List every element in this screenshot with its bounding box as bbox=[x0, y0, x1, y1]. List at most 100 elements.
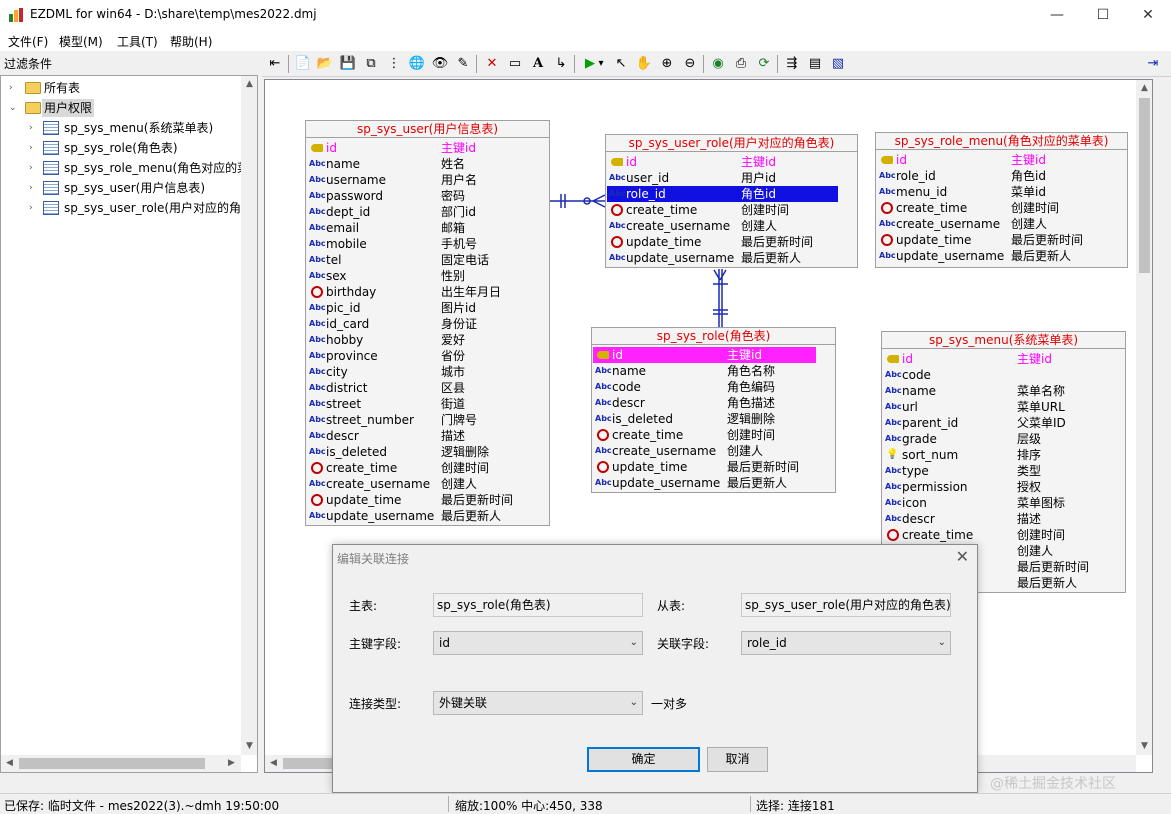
field-row[interactable]: Abc create_username 创建人 bbox=[607, 218, 838, 234]
print-icon[interactable]: ⎙ bbox=[731, 54, 751, 74]
scroll-down-icon[interactable]: ▼ bbox=[1136, 738, 1152, 755]
field-row[interactable]: Abc province 省份 bbox=[307, 348, 530, 364]
field-row[interactable]: id 主键id bbox=[883, 351, 1106, 367]
open-folder-icon[interactable]: 📂 bbox=[315, 54, 335, 74]
field-row[interactable]: Abc descr 描述 bbox=[307, 428, 530, 444]
hand-icon[interactable]: ✋ bbox=[634, 54, 654, 74]
field-row[interactable]: Abc user_id 用户id bbox=[607, 170, 838, 186]
maximize-button[interactable]: ☐ bbox=[1080, 0, 1126, 30]
detail-table-field[interactable]: sp_sys_user_role(用户对应的角色表) bbox=[741, 593, 951, 617]
field-row[interactable]: Abc hobby 爱好 bbox=[307, 332, 530, 348]
panel-toggle-icon[interactable]: ⇥ bbox=[1143, 54, 1163, 74]
field-row[interactable]: update_time 最后更新时间 bbox=[877, 232, 1108, 248]
field-row[interactable]: Abc update_username 最后更新人 bbox=[877, 248, 1108, 264]
entity-sp-sys-user-role[interactable]: sp_sys_user_role(用户对应的角色表) id 主键id Abc user… bbox=[605, 134, 858, 268]
field-row[interactable]: Abc name 角色名称 bbox=[593, 363, 816, 379]
field-row[interactable]: Abc street 街道 bbox=[307, 396, 530, 412]
tree-item-table[interactable]: › sp_sys_user_role(用户对应的角色 bbox=[1, 199, 253, 217]
tree-item-table[interactable]: › sp_sys_role(角色表) bbox=[1, 139, 241, 157]
tree-item-table[interactable]: › sp_sys_menu(系统菜单表) bbox=[1, 119, 241, 137]
expand-icon[interactable]: › bbox=[29, 144, 38, 153]
tree-item-table[interactable]: › sp_sys_user(用户信息表) bbox=[1, 179, 241, 197]
menu-help[interactable]: 帮助(H) bbox=[170, 33, 212, 50]
close-window-button[interactable]: ✕ bbox=[1125, 0, 1171, 30]
menu-model[interactable]: 模型(M) bbox=[59, 33, 103, 50]
menu-tools[interactable]: 工具(T) bbox=[117, 33, 158, 50]
copy-icon[interactable]: ⧉ bbox=[361, 54, 381, 74]
filter-label[interactable]: 过滤条件 bbox=[4, 55, 52, 72]
entity-sp-sys-role[interactable]: sp_sys_role(角色表) id 主键id Abc name 角色名称 Abc cod… bbox=[591, 327, 836, 493]
globe-icon[interactable]: 🌐 bbox=[407, 54, 427, 74]
connector-icon[interactable]: ↳ bbox=[551, 54, 571, 74]
field-row[interactable]: Abc name 菜单名称 bbox=[883, 383, 1106, 399]
expand-icon[interactable]: › bbox=[29, 164, 38, 173]
field-row[interactable]: Abc descr 描述 bbox=[883, 511, 1106, 527]
highlight-icon[interactable]: ✎ bbox=[453, 54, 473, 74]
field-row[interactable]: Abc permission 授权 bbox=[883, 479, 1106, 495]
dialog-close-icon[interactable]: ✕ bbox=[956, 547, 969, 566]
field-row[interactable]: update_time 最后更新时间 bbox=[607, 234, 838, 250]
field-row[interactable]: Abc role_id 角色id bbox=[877, 168, 1108, 184]
field-row[interactable]: Abc type 类型 bbox=[883, 463, 1106, 479]
rectangle-icon[interactable]: ▭ bbox=[505, 54, 525, 74]
scroll-thumb[interactable] bbox=[1139, 98, 1150, 273]
entity-sp-sys-role-menu[interactable]: sp_sys_role_menu(角色对应的菜单表) id 主键id Abc role… bbox=[875, 132, 1128, 268]
field-row[interactable]: Abc create_username 创建人 bbox=[593, 443, 816, 459]
minimize-button[interactable]: — bbox=[1034, 0, 1080, 30]
field-row[interactable]: Abc dept_id 部门id bbox=[307, 204, 530, 220]
field-row[interactable]: update_time 最后更新时间 bbox=[307, 492, 530, 508]
scroll-left-icon[interactable]: ◀ bbox=[1, 755, 18, 772]
entity-sp-sys-user[interactable]: sp_sys_user(用户信息表) id 主键id Abc name 姓名 Abc use… bbox=[305, 120, 550, 526]
collapse-icon[interactable]: ⌄ bbox=[9, 104, 18, 113]
field-row[interactable]: Abc create_username 创建人 bbox=[307, 476, 530, 492]
field-row[interactable]: create_time 创建时间 bbox=[883, 527, 1106, 543]
field-row[interactable]: id 主键id bbox=[607, 154, 838, 170]
find-icon[interactable]: 👁 bbox=[430, 54, 450, 74]
tree-structure-icon[interactable]: ⋮ bbox=[384, 54, 404, 74]
field-row[interactable]: Abc descr 角色描述 bbox=[593, 395, 816, 411]
image-icon[interactable]: ▧ bbox=[828, 54, 848, 74]
master-table-field[interactable]: sp_sys_role(角色表) bbox=[433, 593, 643, 617]
field-row[interactable]: Abc name 姓名 bbox=[307, 156, 530, 172]
text-icon[interactable]: A bbox=[528, 54, 548, 74]
scroll-up-icon[interactable]: ▲ bbox=[241, 76, 257, 93]
scroll-down-icon[interactable]: ▼ bbox=[241, 738, 257, 755]
tree-item-group[interactable]: ⌄ 用户权限 bbox=[1, 99, 241, 117]
link-type-select[interactable]: 外键关联 ⌄ bbox=[433, 691, 643, 715]
field-row[interactable]: create_time 创建时间 bbox=[593, 427, 816, 443]
foreign-key-select[interactable]: role_id ⌄ bbox=[741, 631, 951, 655]
expand-icon[interactable]: › bbox=[29, 184, 38, 193]
field-row[interactable]: Abc menu_id 菜单id bbox=[877, 184, 1108, 200]
field-row[interactable]: id 主键id bbox=[877, 152, 1108, 168]
field-row[interactable]: Abc icon 菜单图标 bbox=[883, 495, 1106, 511]
field-row[interactable]: Abc district 区县 bbox=[307, 380, 530, 396]
zoom-in-icon[interactable]: ⊕ bbox=[657, 54, 677, 74]
properties-icon[interactable]: ▤ bbox=[805, 54, 825, 74]
sidebar-toggle-icon[interactable]: ⇤ bbox=[265, 54, 285, 74]
field-row[interactable]: Abc sex 性别 bbox=[307, 268, 530, 284]
field-row[interactable]: Abc email 邮箱 bbox=[307, 220, 530, 236]
canvas-vertical-scrollbar[interactable]: ▲ ▼ bbox=[1136, 80, 1152, 755]
field-row[interactable]: Abc username 用户名 bbox=[307, 172, 530, 188]
field-row[interactable]: Abc update_username 最后更新人 bbox=[307, 508, 530, 524]
refresh-icon[interactable]: ⟳ bbox=[754, 54, 774, 74]
zoom-out-icon[interactable]: ⊖ bbox=[680, 54, 700, 74]
field-row[interactable]: id 主键id bbox=[307, 140, 530, 156]
field-row[interactable]: Abc update_username 最后更新人 bbox=[593, 475, 816, 491]
field-row[interactable]: 💡 sort_num 排序 bbox=[883, 447, 1106, 463]
field-row[interactable]: Abc code 角色编码 bbox=[593, 379, 816, 395]
pointer-icon[interactable]: ↖ bbox=[611, 54, 631, 74]
field-row[interactable]: Abc create_username 创建人 bbox=[877, 216, 1108, 232]
field-row[interactable]: Abc id_card 身份证 bbox=[307, 316, 530, 332]
cancel-button[interactable]: 取消 bbox=[707, 747, 768, 772]
expand-icon[interactable]: › bbox=[29, 124, 38, 133]
field-row[interactable]: Abc role_id 角色id bbox=[607, 186, 838, 202]
field-row[interactable]: Abc is_deleted 逻辑删除 bbox=[593, 411, 816, 427]
field-row[interactable]: update_time 最后更新时间 bbox=[593, 459, 816, 475]
field-row[interactable]: Abc street_number 门牌号 bbox=[307, 412, 530, 428]
field-row[interactable]: Abc parent_id 父菜单ID bbox=[883, 415, 1106, 431]
tree-horizontal-scrollbar[interactable]: ◀ ▶ bbox=[1, 755, 241, 772]
tree-vertical-scrollbar[interactable]: ▲ ▼ bbox=[241, 76, 257, 755]
field-row[interactable]: create_time 创建时间 bbox=[307, 460, 530, 476]
delete-icon[interactable]: ✕ bbox=[482, 54, 502, 74]
